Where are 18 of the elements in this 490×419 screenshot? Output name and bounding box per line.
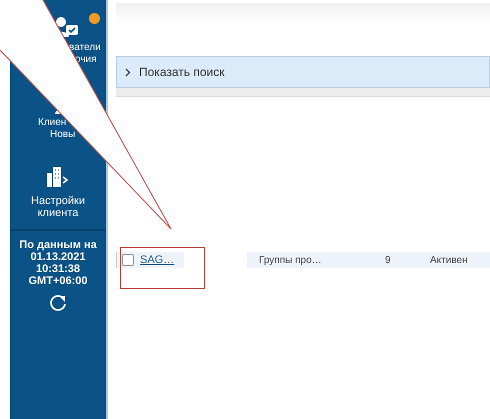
sidebar-label[interactable]: ватели: [69, 42, 101, 54]
show-search-toggle[interactable]: Показать поиск: [116, 56, 490, 88]
sidebar-label[interactable]: Новы: [50, 129, 76, 141]
chevron-icon: [125, 68, 131, 76]
status-text: 01.13.2021: [30, 251, 86, 263]
sidebar-label[interactable]: Клиен: [38, 117, 66, 129]
refresh-icon[interactable]: [48, 293, 68, 313]
status-text: 10:31:38: [36, 263, 80, 275]
row-link[interactable]: SAG…: [140, 254, 174, 266]
table-cell-text: Активен: [430, 254, 469, 266]
status-text: По данным на: [19, 239, 97, 251]
sidebar-label[interactable]: Настройки: [31, 195, 85, 207]
status-text: GMT+06:00: [28, 275, 88, 287]
table-cell-text: 9: [384, 254, 392, 266]
building-icon: [47, 167, 69, 187]
checkbox[interactable]: [122, 254, 134, 266]
table-cell-text: Группы про…: [258, 254, 323, 266]
sidebar-label[interactable]: клиента: [38, 207, 78, 219]
